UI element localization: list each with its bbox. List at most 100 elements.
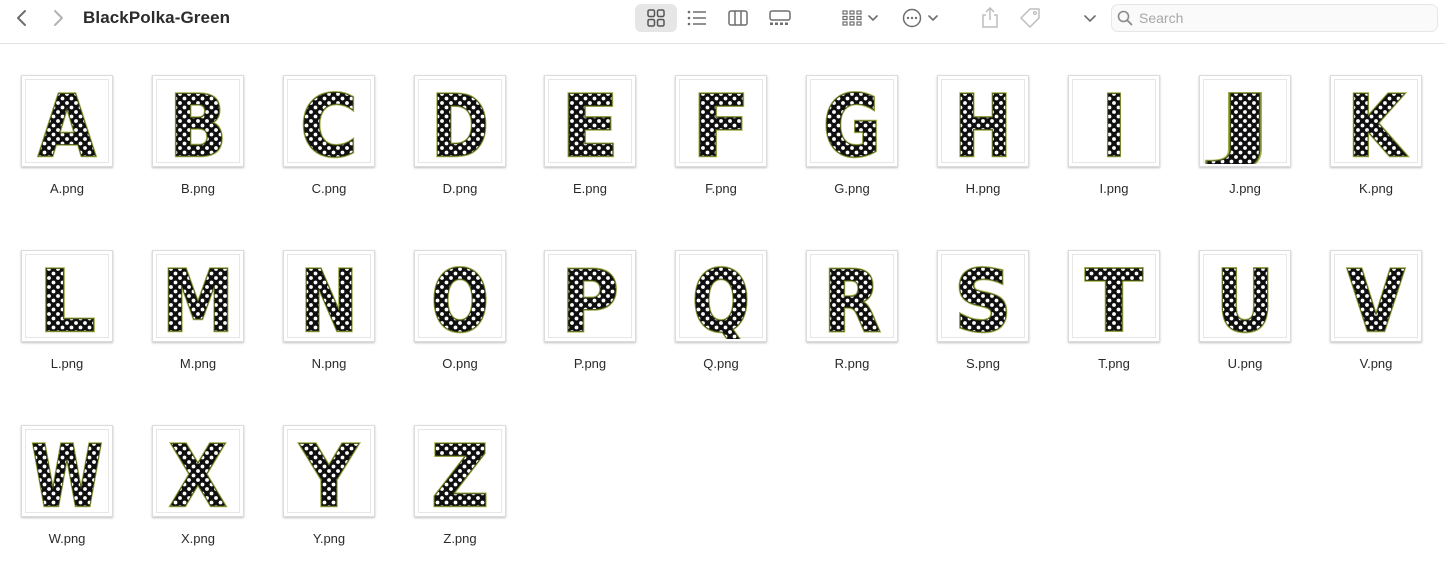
- file-item[interactable]: H H H.png: [923, 45, 1043, 196]
- file-name[interactable]: L.png: [7, 356, 127, 371]
- file-name[interactable]: V.png: [1316, 356, 1436, 371]
- file-item[interactable]: F F F.png: [661, 45, 781, 196]
- search-field[interactable]: [1111, 4, 1438, 32]
- more-button[interactable]: [1080, 4, 1100, 32]
- search-input[interactable]: [1139, 10, 1419, 26]
- file-item[interactable]: C C C.png: [269, 45, 389, 196]
- file-thumbnail[interactable]: ZZ: [414, 425, 506, 517]
- file-thumbnail[interactable]: GG: [806, 75, 898, 167]
- file-item[interactable]: N N N.png: [269, 220, 389, 371]
- file-name[interactable]: G.png: [792, 181, 912, 196]
- file-thumbnail[interactable]: RR: [806, 250, 898, 342]
- file-thumbnail[interactable]: KK: [1330, 75, 1422, 167]
- list-view-button[interactable]: [685, 4, 709, 32]
- file-name[interactable]: J.png: [1185, 181, 1305, 196]
- letter-outline: S: [954, 253, 1012, 339]
- file-thumbnail[interactable]: YY: [283, 425, 375, 517]
- file-item[interactable]: W W W.png: [7, 395, 127, 546]
- file-thumbnail[interactable]: BB: [152, 75, 244, 167]
- file-item[interactable]: A A A.png: [7, 45, 127, 196]
- file-item[interactable]: R R R.png: [792, 220, 912, 371]
- file-name[interactable]: S.png: [923, 356, 1043, 371]
- file-thumbnail[interactable]: FF: [675, 75, 767, 167]
- file-thumbnail[interactable]: TT: [1068, 250, 1160, 342]
- chevron-down-icon: [1084, 15, 1096, 22]
- file-thumbnail[interactable]: WW: [21, 425, 113, 517]
- letter-outline: U: [1216, 253, 1274, 339]
- file-item[interactable]: O O O.png: [400, 220, 520, 371]
- file-thumbnail[interactable]: JJ: [1199, 75, 1291, 167]
- gallery-view-button[interactable]: [766, 4, 794, 32]
- share-button[interactable]: [978, 4, 1002, 32]
- file-name[interactable]: P.png: [530, 356, 650, 371]
- list-view-icon: [687, 10, 706, 26]
- file-item[interactable]: X X X.png: [138, 395, 258, 546]
- file-item[interactable]: Q Q Q.png: [661, 220, 781, 371]
- file-item[interactable]: P P P.png: [530, 220, 650, 371]
- file-name[interactable]: Z.png: [400, 531, 520, 546]
- file-name[interactable]: U.png: [1185, 356, 1305, 371]
- icon-view-button[interactable]: [635, 4, 677, 32]
- file-thumbnail[interactable]: DD: [414, 75, 506, 167]
- file-thumbnail[interactable]: XX: [152, 425, 244, 517]
- file-item[interactable]: L L L.png: [7, 220, 127, 371]
- file-name[interactable]: H.png: [923, 181, 1043, 196]
- action-button[interactable]: [900, 4, 940, 32]
- file-thumbnail[interactable]: PP: [544, 250, 636, 342]
- tag-button[interactable]: [1016, 4, 1044, 32]
- file-name[interactable]: W.png: [7, 531, 127, 546]
- file-item[interactable]: V V V.png: [1316, 220, 1436, 371]
- forward-button[interactable]: [46, 6, 70, 30]
- file-name[interactable]: F.png: [661, 181, 781, 196]
- file-name[interactable]: N.png: [269, 356, 389, 371]
- file-name[interactable]: Y.png: [269, 531, 389, 546]
- file-thumbnail[interactable]: AA: [21, 75, 113, 167]
- file-item[interactable]: U U U.png: [1185, 220, 1305, 371]
- file-thumbnail[interactable]: VV: [1330, 250, 1422, 342]
- file-item[interactable]: M M M.png: [138, 220, 258, 371]
- column-view-button[interactable]: [726, 4, 750, 32]
- file-name[interactable]: E.png: [530, 181, 650, 196]
- file-item[interactable]: D D D.png: [400, 45, 520, 196]
- file-item[interactable]: J J J.png: [1185, 45, 1305, 196]
- file-name[interactable]: D.png: [400, 181, 520, 196]
- file-name[interactable]: Q.png: [661, 356, 781, 371]
- file-thumbnail[interactable]: HH: [937, 75, 1029, 167]
- file-thumbnail[interactable]: MM: [152, 250, 244, 342]
- file-item[interactable]: G G G.png: [792, 45, 912, 196]
- file-item[interactable]: I I I.png: [1054, 45, 1174, 196]
- back-button[interactable]: [10, 6, 34, 30]
- file-name[interactable]: I.png: [1054, 181, 1174, 196]
- file-item[interactable]: Z Z Z.png: [400, 395, 520, 546]
- file-name[interactable]: T.png: [1054, 356, 1174, 371]
- file-thumbnail[interactable]: EE: [544, 75, 636, 167]
- file-thumbnail[interactable]: QQ: [675, 250, 767, 342]
- file-thumbnail[interactable]: CC: [283, 75, 375, 167]
- polka-letter-image: MM: [161, 253, 236, 339]
- file-item[interactable]: E E E.png: [530, 45, 650, 196]
- file-thumbnail[interactable]: SS: [937, 250, 1029, 342]
- letter-outline: F: [692, 78, 750, 164]
- file-name[interactable]: C.png: [269, 181, 389, 196]
- file-name[interactable]: R.png: [792, 356, 912, 371]
- file-name[interactable]: X.png: [138, 531, 258, 546]
- file-thumbnail[interactable]: UU: [1199, 250, 1291, 342]
- file-item[interactable]: T T T.png: [1054, 220, 1174, 371]
- file-name[interactable]: B.png: [138, 181, 258, 196]
- letter-outline: J: [1207, 78, 1274, 164]
- polka-letter-image: EE: [560, 78, 621, 164]
- share-icon: [982, 7, 998, 28]
- group-by-button[interactable]: [838, 4, 882, 32]
- file-name[interactable]: M.png: [138, 356, 258, 371]
- file-name[interactable]: K.png: [1316, 181, 1436, 196]
- file-name[interactable]: O.png: [400, 356, 520, 371]
- file-thumbnail[interactable]: II: [1068, 75, 1160, 167]
- file-name[interactable]: A.png: [7, 181, 127, 196]
- file-thumbnail[interactable]: LL: [21, 250, 113, 342]
- file-item[interactable]: B B B.png: [138, 45, 258, 196]
- file-item[interactable]: K K K.png: [1316, 45, 1436, 196]
- file-item[interactable]: Y Y Y.png: [269, 395, 389, 546]
- file-thumbnail[interactable]: OO: [414, 250, 506, 342]
- file-thumbnail[interactable]: NN: [283, 250, 375, 342]
- file-item[interactable]: S S S.png: [923, 220, 1043, 371]
